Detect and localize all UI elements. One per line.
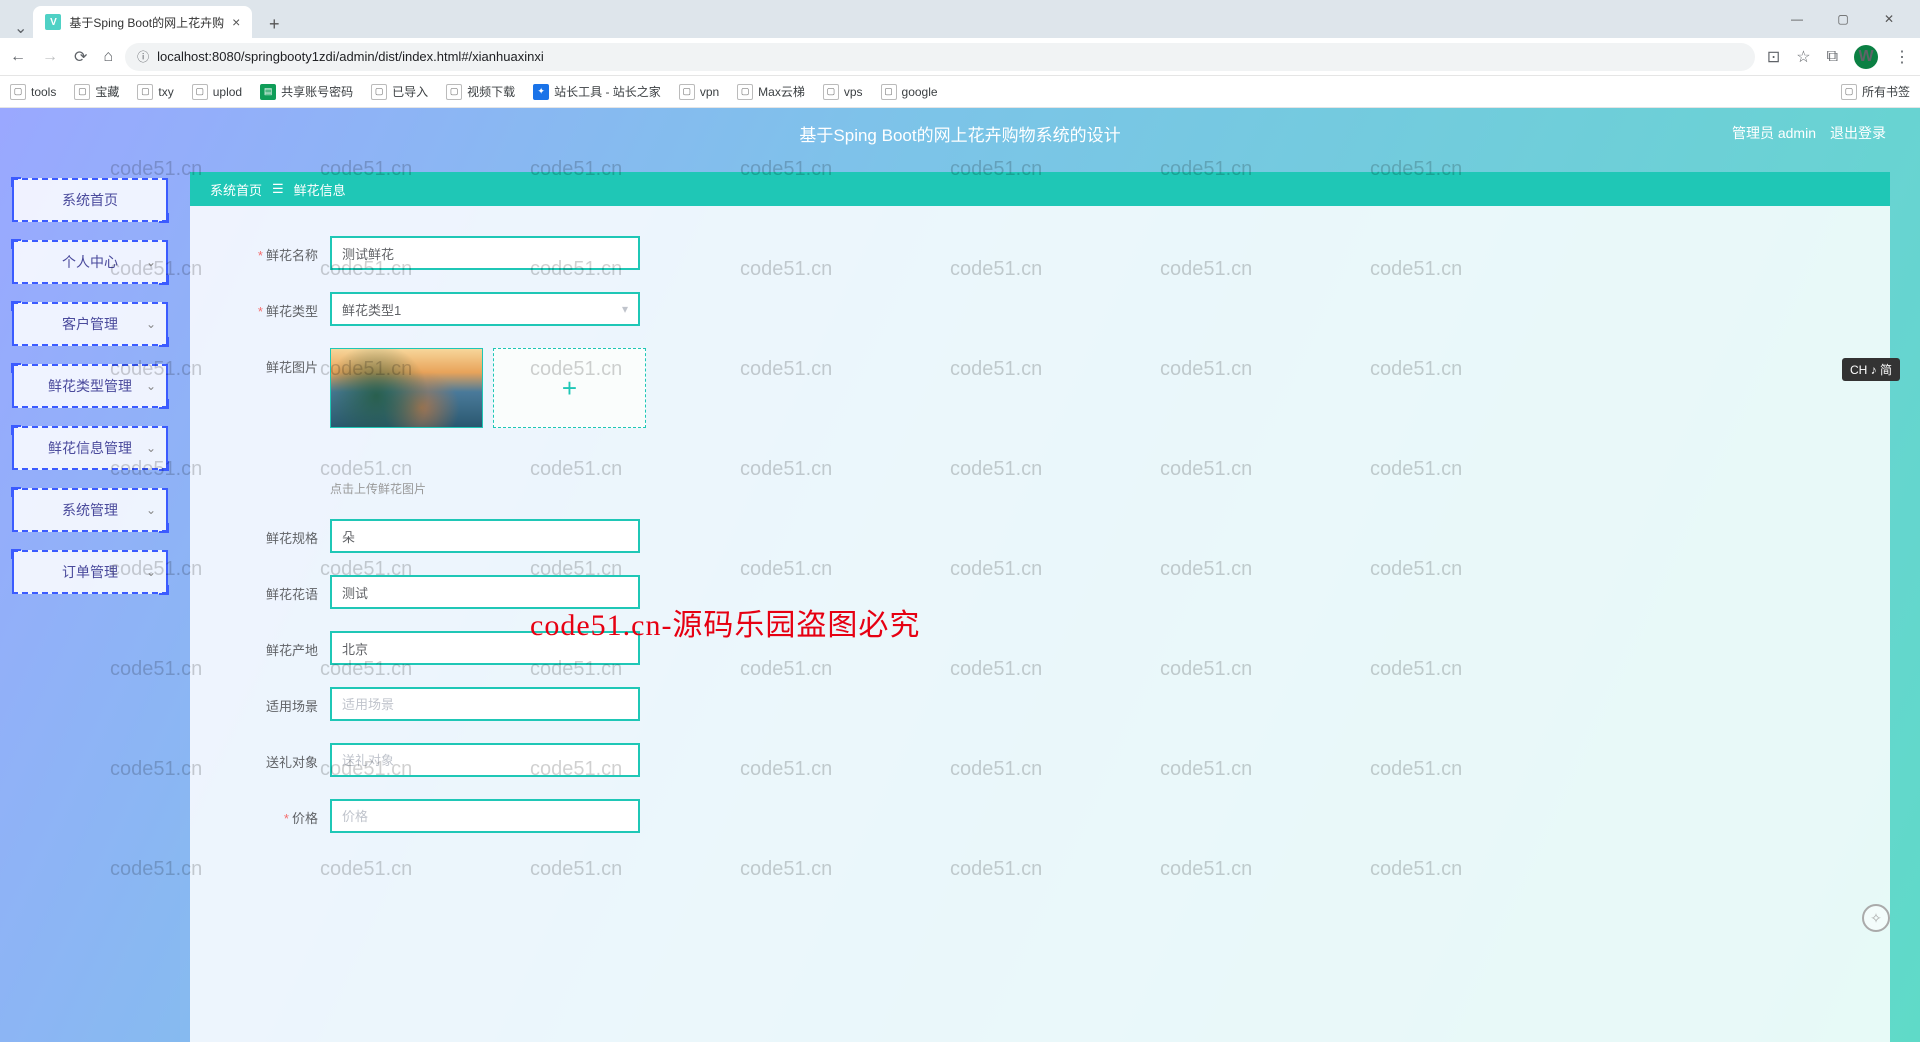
form: *鲜花名称 *鲜花类型 鲜花类型1 鲜花图片 + (190, 206, 1890, 885)
sidebar: 系统首页 个人中心⌄ 客户管理⌄ 鲜花类型管理⌄ 鲜花信息管理⌄ 系统管理⌄ 订… (0, 164, 180, 1042)
chevron-down-icon: ⌄ (146, 379, 156, 393)
assist-icon[interactable]: ✧ (1862, 904, 1890, 932)
breadcrumb-current: 鲜花信息 (294, 180, 346, 199)
label-origin: 鲜花产地 (220, 631, 330, 659)
bookmark-item[interactable]: ▢vpn (679, 84, 719, 100)
label-scene: 适用场景 (220, 687, 330, 715)
bookmark-item[interactable]: ▢uplod (192, 84, 242, 100)
lens-icon[interactable]: ⊡ (1767, 47, 1780, 67)
label-target: 送礼对象 (220, 743, 330, 771)
bookmark-item[interactable]: ▢tools (10, 84, 56, 100)
bookmark-item[interactable]: ▢Max云梯 (737, 83, 805, 100)
site-info-icon[interactable]: ⓘ (137, 48, 149, 65)
browser-tab-strip: ⌄ V 基于Sping Boot的网上花卉购 × + — ▢ ✕ (0, 0, 1920, 38)
sidebar-item-system[interactable]: 系统管理⌄ (12, 488, 168, 532)
label-lang: 鲜花花语 (220, 575, 330, 603)
window-maximize-icon[interactable]: ▢ (1830, 6, 1856, 32)
label-type: *鲜花类型 (220, 292, 330, 320)
input-target[interactable] (330, 743, 640, 777)
bookmark-star-icon[interactable]: ☆ (1796, 47, 1810, 67)
new-tab-button[interactable]: + (260, 10, 288, 38)
sidebar-item-home[interactable]: 系统首页 (12, 178, 168, 222)
chevron-down-icon: ⌄ (146, 503, 156, 517)
hamburger-icon[interactable]: ☰ (272, 181, 284, 197)
input-flower-origin[interactable] (330, 631, 640, 665)
nav-home-icon[interactable]: ⌂ (103, 48, 113, 66)
breadcrumb-home[interactable]: 系统首页 (210, 180, 262, 199)
bookmark-item[interactable]: ▢宝藏 (74, 83, 119, 100)
menu-dots-icon[interactable]: ⋮ (1894, 47, 1910, 67)
app-viewport: 基于Sping Boot的网上花卉购物系统的设计 管理员 admin 退出登录 … (0, 108, 1920, 1042)
window-minimize-icon[interactable]: — (1784, 6, 1810, 32)
bookmark-item[interactable]: ▢vps (823, 84, 863, 100)
input-flower-lang[interactable] (330, 575, 640, 609)
profile-avatar[interactable]: W (1854, 45, 1878, 69)
label-spec: 鲜花规格 (220, 519, 330, 547)
label-price: *价格 (220, 799, 330, 827)
url-input[interactable]: ⓘ localhost:8080/springbooty1zdi/admin/d… (125, 43, 1755, 71)
upload-hint: 点击上传鲜花图片 (330, 480, 646, 497)
nav-back-icon[interactable]: ← (10, 48, 26, 66)
sidebar-item-orders[interactable]: 订单管理⌄ (12, 550, 168, 594)
tab-title: 基于Sping Boot的网上花卉购 (69, 14, 224, 31)
ime-badge: CH ♪ 简 (1842, 358, 1900, 381)
bookmark-item[interactable]: ▢已导入 (371, 83, 428, 100)
url-text: localhost:8080/springbooty1zdi/admin/dis… (157, 49, 544, 64)
sidebar-item-customer[interactable]: 客户管理⌄ (12, 302, 168, 346)
select-flower-type[interactable]: 鲜花类型1 (330, 292, 640, 326)
input-flower-spec[interactable] (330, 519, 640, 553)
tab-list-icon[interactable]: ⌄ (14, 18, 27, 38)
bookmarks-bar: ▢tools ▢宝藏 ▢txy ▢uplod ▤共享账号密码 ▢已导入 ▢视频下… (0, 76, 1920, 108)
favicon-icon: V (45, 14, 61, 30)
input-scene[interactable] (330, 687, 640, 721)
bookmark-item[interactable]: ▤共享账号密码 (260, 83, 353, 100)
bookmark-item[interactable]: ▢google (881, 84, 938, 100)
input-price[interactable] (330, 799, 640, 833)
sidebar-item-profile[interactable]: 个人中心⌄ (12, 240, 168, 284)
bookmark-item[interactable]: ✦站长工具 - 站长之家 (533, 83, 661, 100)
bookmark-item[interactable]: ▢视频下载 (446, 83, 515, 100)
label-image: 鲜花图片 (220, 348, 330, 376)
upload-button[interactable]: + (493, 348, 646, 428)
label-name: *鲜花名称 (220, 236, 330, 264)
window-close-icon[interactable]: ✕ (1876, 6, 1902, 32)
input-flower-name[interactable] (330, 236, 640, 270)
breadcrumb: 系统首页 ☰ 鲜花信息 (190, 172, 1890, 206)
browser-tab-active[interactable]: V 基于Sping Boot的网上花卉购 × (33, 6, 252, 38)
all-bookmarks-button[interactable]: ▢所有书签 (1841, 83, 1910, 100)
bookmark-item[interactable]: ▢txy (137, 84, 173, 100)
extensions-icon[interactable]: ⧉ (1827, 48, 1838, 66)
sidebar-item-flower-info[interactable]: 鲜花信息管理⌄ (12, 426, 168, 470)
nav-reload-icon[interactable]: ⟳ (74, 47, 87, 67)
chevron-down-icon: ⌄ (146, 317, 156, 331)
sidebar-item-flower-type[interactable]: 鲜花类型管理⌄ (12, 364, 168, 408)
address-bar: ← → ⟳ ⌂ ⓘ localhost:8080/springbooty1zdi… (0, 38, 1920, 76)
chevron-down-icon: ⌄ (146, 441, 156, 455)
nav-forward-icon[interactable]: → (42, 48, 58, 66)
image-thumbnail[interactable] (330, 348, 483, 428)
close-icon[interactable]: × (232, 14, 240, 30)
chevron-down-icon: ⌄ (146, 255, 156, 269)
chevron-down-icon: ⌄ (146, 565, 156, 579)
main-panel: 系统首页 ☰ 鲜花信息 *鲜花名称 *鲜花类型 鲜花类型1 鲜花图片 (190, 172, 1890, 1042)
